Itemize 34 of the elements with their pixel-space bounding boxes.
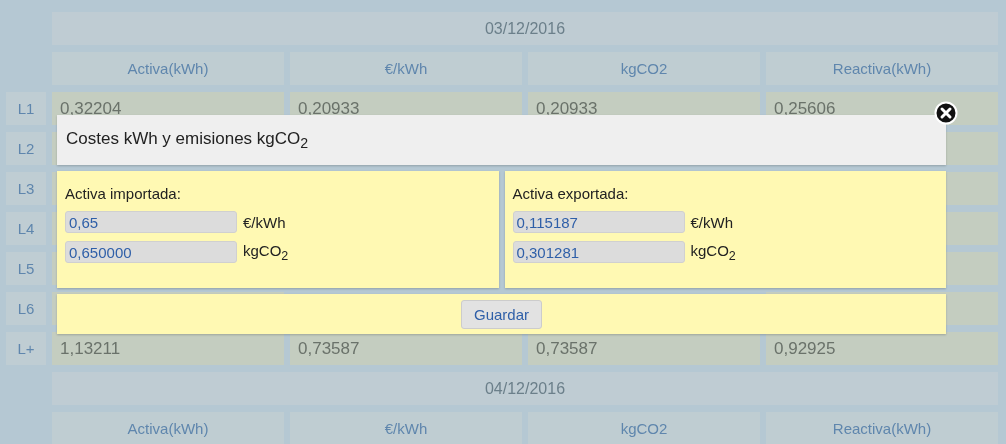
close-icon[interactable]: [934, 101, 958, 125]
column-header: Activa(kWh): [52, 52, 284, 85]
column-header: Activa(kWh): [52, 412, 284, 444]
column-header: kgCO2: [528, 412, 760, 444]
save-button[interactable]: Guardar: [461, 299, 542, 329]
column-header: kgCO2: [528, 52, 760, 85]
column-header: €/kWh: [290, 52, 522, 85]
row-label: L6: [6, 292, 46, 325]
column-header: Reactiva(kWh): [766, 412, 998, 444]
table-cell: 0,73587: [528, 332, 760, 365]
input-field[interactable]: 0,115187: [512, 211, 685, 233]
table-cell: 0,73587: [290, 332, 522, 365]
row-label: L+: [6, 332, 46, 365]
date-header: 04/12/2016: [52, 372, 998, 405]
column-header: €/kWh: [290, 412, 522, 444]
column-header: Reactiva(kWh): [766, 52, 998, 85]
row-label: L3: [6, 172, 46, 205]
unit-label: €/kWh: [243, 213, 286, 231]
dialog-title: Costes kWh y emisiones kgCO$_{2}$: [57, 115, 946, 165]
row-label: L1: [6, 92, 46, 125]
unit-label: kgCO$_{2}$: [690, 241, 736, 263]
row-label: L5: [6, 252, 46, 285]
input-field[interactable]: 0,301281: [512, 241, 685, 263]
row-label: L4: [6, 212, 46, 245]
row-label: L2: [6, 132, 46, 165]
table-cell: 0,92925: [766, 332, 998, 365]
input-field[interactable]: 0,65: [65, 211, 237, 233]
panel-title: Activa importada:: [65, 185, 182, 202]
table-cell: 1,13211: [52, 332, 284, 365]
date-header: 03/12/2016: [52, 12, 998, 45]
input-field[interactable]: 0,650000: [65, 241, 237, 263]
panel-title: Activa exportada:: [512, 185, 630, 202]
unit-label: €/kWh: [690, 213, 733, 231]
unit-label: kgCO$_{2}$: [243, 241, 289, 263]
